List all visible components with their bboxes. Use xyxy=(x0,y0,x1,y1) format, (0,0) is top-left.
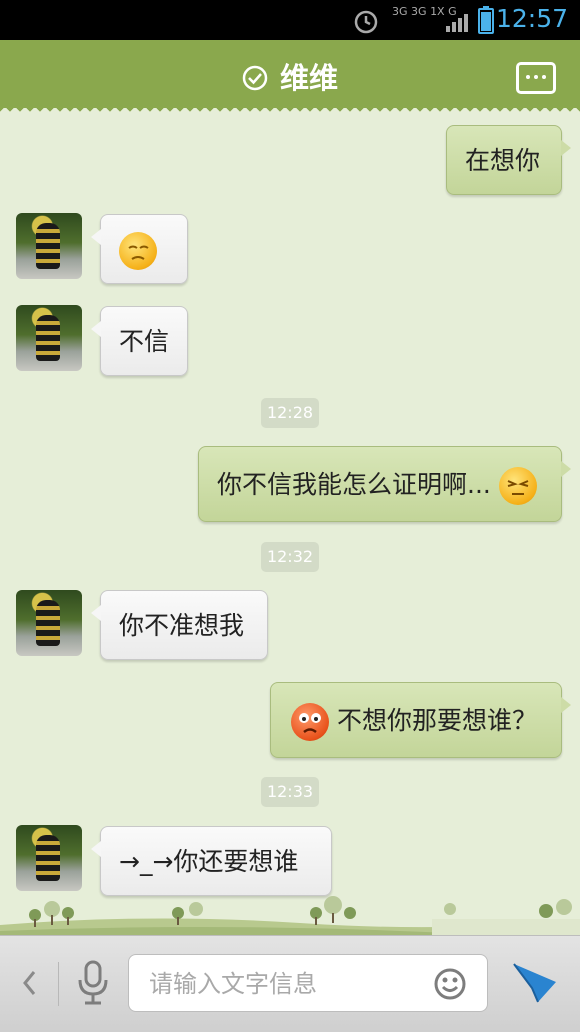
contact-avatar[interactable] xyxy=(16,825,82,891)
divider xyxy=(58,962,59,1006)
message-text: 你不信我能怎么证明啊... xyxy=(217,470,491,499)
received-message-bubble[interactable]: 不信 xyxy=(91,306,188,376)
chat-header: 维维 xyxy=(0,40,580,114)
message-input-box xyxy=(128,954,488,1012)
message-input-bar xyxy=(0,935,580,1032)
contact-avatar[interactable] xyxy=(16,213,82,279)
clock: 12:57 xyxy=(495,4,568,33)
chat-title: 维维 xyxy=(0,55,580,97)
received-message-bubble[interactable]: →_→你还要想谁 xyxy=(91,826,332,896)
contact-avatar[interactable] xyxy=(16,305,82,371)
sent-message-bubble[interactable]: 你不信我能怎么证明啊... xyxy=(198,446,571,522)
message-timestamp: 12:33 xyxy=(261,777,319,807)
message-text: 不想你那要想谁？ xyxy=(336,706,537,735)
message-text: 在想你 xyxy=(465,146,541,175)
decorative-landscape xyxy=(0,896,580,940)
message-timestamp: 12:28 xyxy=(261,398,319,428)
contact-name: 维维 xyxy=(279,61,338,95)
squint-emoji-icon xyxy=(498,467,537,505)
angry-emoji-icon xyxy=(291,703,329,741)
alarm-icon xyxy=(354,10,378,34)
send-icon[interactable] xyxy=(512,962,558,1004)
sent-message-bubble[interactable]: 在想你 xyxy=(446,125,571,195)
sad-emoji-icon xyxy=(119,232,157,270)
message-text: →_→你还要想谁 xyxy=(119,847,299,876)
message-text: 你不准想我 xyxy=(119,611,245,640)
message-timestamp: 12:32 xyxy=(261,542,319,572)
online-check-icon xyxy=(242,65,268,91)
battery-icon xyxy=(478,6,494,34)
microphone-icon[interactable] xyxy=(76,960,110,1006)
message-input[interactable] xyxy=(147,965,421,1003)
contact-avatar[interactable] xyxy=(16,590,82,656)
status-bar: 3G 3G 1X G 12:57 xyxy=(0,0,580,40)
received-message-bubble[interactable]: 你不准想我 xyxy=(91,590,268,660)
received-message-bubble[interactable] xyxy=(91,214,188,284)
back-chevron-icon[interactable] xyxy=(20,968,38,998)
more-options-button[interactable] xyxy=(516,62,556,94)
header-zigzag-edge xyxy=(0,106,580,114)
signal-icon xyxy=(446,14,468,32)
sent-message-bubble[interactable]: 不想你那要想谁？ xyxy=(270,682,571,758)
smiley-icon[interactable] xyxy=(433,967,467,1001)
network-label-3: 1X xyxy=(430,5,445,18)
network-label-1: 3G xyxy=(392,5,408,18)
message-text: 不信 xyxy=(119,327,170,356)
network-label-2: 3G xyxy=(411,5,427,18)
